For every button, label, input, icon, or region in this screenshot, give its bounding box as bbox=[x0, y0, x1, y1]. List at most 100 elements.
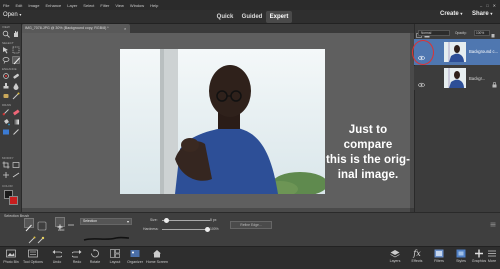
selection-brush-tool-icon[interactable] bbox=[12, 56, 20, 65]
marquee-tool-icon[interactable] bbox=[12, 46, 20, 54]
refine-edge-button[interactable]: Refine Edge... bbox=[230, 221, 272, 229]
menu-item-help[interactable]: Help bbox=[150, 3, 158, 8]
tool-options-label: Tool Options bbox=[23, 260, 43, 264]
open-button[interactable]: Open ▾ bbox=[3, 12, 21, 22]
share-button[interactable]: Share ▾ bbox=[472, 11, 492, 17]
hand-tool-icon[interactable] bbox=[12, 30, 20, 38]
highlight-circle bbox=[412, 40, 434, 65]
move-tool-icon[interactable] bbox=[2, 46, 10, 54]
share-label: Share bbox=[472, 11, 489, 17]
filters-panel-button[interactable]: Filters bbox=[428, 247, 450, 263]
document-tab[interactable]: IMG_7078.JPG @ 30% (Background copy, RGB… bbox=[22, 24, 130, 33]
background-color-swatch[interactable] bbox=[9, 196, 18, 205]
home-screen-button[interactable]: Home Screen bbox=[146, 247, 168, 264]
menu-item-image[interactable]: Image bbox=[28, 3, 39, 8]
content-move-tool-icon[interactable] bbox=[2, 171, 10, 179]
layer-row[interactable]: Backgr... bbox=[414, 66, 500, 90]
layer-thumbnail bbox=[444, 42, 466, 62]
eraser-tool-icon[interactable] bbox=[12, 108, 20, 116]
overlay-caption: Just to compare this is the orig- inal i… bbox=[323, 123, 413, 183]
undo-label: Undo bbox=[52, 260, 62, 264]
gradient-tool-icon[interactable] bbox=[12, 118, 20, 126]
mode-quick-tab[interactable]: Quick bbox=[212, 11, 238, 23]
blur-tool-icon[interactable] bbox=[12, 82, 20, 90]
document-photo[interactable] bbox=[120, 49, 325, 194]
menu-bar: File Edit Image Enhance Layer Select Fil… bbox=[0, 0, 500, 10]
brush-options-icon[interactable] bbox=[28, 231, 36, 244]
maximize-button[interactable]: □ bbox=[486, 3, 488, 8]
chevron-down-icon: ▾ bbox=[490, 11, 493, 16]
smart-brush-tool-icon[interactable] bbox=[12, 92, 20, 100]
create-button[interactable]: Create ▾ bbox=[440, 11, 462, 17]
toolbar-section-enhance: ENHANCE bbox=[2, 67, 17, 71]
create-label: Create bbox=[440, 11, 459, 17]
close-window-button[interactable]: ✕ bbox=[493, 3, 496, 8]
rotate-label: Rotate bbox=[89, 260, 101, 264]
magic-wand-icon[interactable] bbox=[37, 231, 45, 244]
blend-mode-select[interactable]: Normal bbox=[418, 30, 450, 36]
menu-item-edit[interactable]: Edit bbox=[15, 3, 22, 8]
mode-guided-tab[interactable]: Guided bbox=[238, 11, 266, 23]
hardness-slider-track[interactable] bbox=[162, 229, 210, 230]
crop-tool-icon[interactable] bbox=[2, 161, 10, 169]
size-slider-track[interactable] bbox=[162, 220, 210, 221]
rotate-button[interactable]: Rotate bbox=[84, 247, 106, 264]
toolbar-section-draw: DRAW bbox=[2, 103, 12, 107]
layout-button[interactable]: Layout bbox=[104, 247, 126, 264]
menu-item-enhance[interactable]: Enhance bbox=[45, 3, 61, 8]
filters-label: Filters bbox=[434, 259, 444, 263]
spot-healing-tool-icon[interactable] bbox=[12, 72, 20, 80]
overlay-caption-line: this is the orig- bbox=[325, 154, 411, 166]
toolbar-section-view: VIEW bbox=[2, 25, 10, 29]
subtract-from-selection-icon[interactable] bbox=[66, 217, 76, 227]
toolbar-section-select: SELECT bbox=[2, 41, 14, 45]
zoom-tool-icon[interactable] bbox=[2, 30, 10, 38]
pencil-tool-icon[interactable] bbox=[12, 128, 20, 136]
delete-layer-icon[interactable] bbox=[490, 25, 496, 38]
selection-mode-dropdown[interactable]: Selection ▾ bbox=[80, 218, 132, 225]
more-panel-button[interactable]: More bbox=[484, 247, 500, 263]
menu-item-layer[interactable]: Layer bbox=[67, 3, 77, 8]
layer-thumbnail bbox=[444, 68, 466, 88]
straighten-tool-icon[interactable] bbox=[12, 171, 20, 179]
red-eye-tool-icon[interactable] bbox=[2, 72, 10, 80]
layers-panel-button[interactable]: Layers bbox=[384, 247, 406, 263]
layout-icon bbox=[104, 247, 126, 259]
rotate-icon bbox=[84, 247, 106, 259]
more-label: More bbox=[487, 259, 497, 263]
options-menu-icon[interactable] bbox=[490, 214, 496, 227]
more-icon bbox=[484, 247, 500, 259]
shape-tool-icon[interactable] bbox=[2, 128, 10, 136]
close-tab-icon[interactable]: × bbox=[124, 24, 126, 33]
opacity-input[interactable]: 100% bbox=[474, 30, 490, 36]
menu-item-window[interactable]: Window bbox=[130, 3, 144, 8]
effects-panel-button[interactable]: fx Effects bbox=[406, 247, 428, 264]
paint-brush-icon[interactable] bbox=[28, 239, 36, 252]
brush-tool-icon[interactable] bbox=[2, 108, 10, 116]
clone-stamp-tool-icon[interactable] bbox=[2, 82, 10, 90]
undo-icon bbox=[46, 247, 68, 259]
sponge-tool-icon[interactable] bbox=[2, 92, 10, 100]
eye-icon[interactable] bbox=[418, 75, 425, 88]
organizer-button[interactable]: Organizer bbox=[124, 247, 146, 264]
undo-button[interactable]: Undo bbox=[46, 247, 68, 264]
recompose-tool-icon[interactable] bbox=[12, 161, 20, 169]
photo-bin-button[interactable]: Photo Bin bbox=[0, 247, 22, 264]
brush-preview-stroke[interactable] bbox=[80, 230, 132, 241]
mode-expert-tab[interactable]: Expert bbox=[266, 11, 292, 23]
lasso-tool-icon[interactable] bbox=[2, 56, 10, 64]
paint-bucket-tool-icon[interactable] bbox=[2, 118, 10, 126]
chevron-down-icon: ▾ bbox=[126, 219, 129, 224]
menu-item-filter[interactable]: Filter bbox=[100, 3, 109, 8]
tool-options-icon bbox=[22, 247, 44, 259]
add-to-selection-icon[interactable] bbox=[55, 217, 65, 230]
photo-bin-label: Photo Bin bbox=[3, 260, 19, 264]
selection-mode-icon[interactable] bbox=[37, 218, 47, 231]
menu-item-view[interactable]: View bbox=[115, 3, 124, 8]
selection-brush-icon[interactable] bbox=[24, 218, 34, 232]
size-value: 8 px bbox=[210, 218, 217, 222]
minimize-button[interactable]: – bbox=[480, 3, 482, 8]
menu-item-file[interactable]: File bbox=[3, 3, 9, 8]
menu-item-select[interactable]: Select bbox=[83, 3, 94, 8]
tool-options-button[interactable]: Tool Options bbox=[22, 247, 44, 264]
